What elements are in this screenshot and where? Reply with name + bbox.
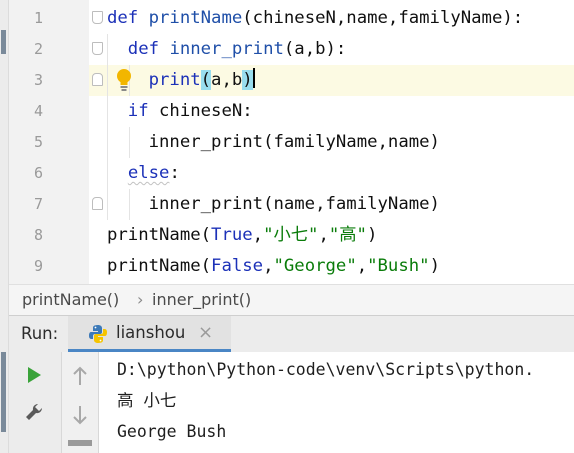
code-line: if chineseN:	[107, 96, 253, 127]
run-label: Run:	[21, 324, 59, 343]
code-line: printName(True,"小七","高")	[107, 220, 377, 251]
code-token: chineseN:	[159, 101, 253, 121]
code-line: def inner_print(a,b):	[107, 34, 347, 65]
run-tab-label: lianshou	[116, 323, 186, 342]
left-tool-stripe	[0, 0, 9, 453]
code-token: def	[107, 8, 149, 28]
code-line: else:	[107, 158, 180, 189]
code-token: (	[200, 70, 212, 90]
arrow-up-icon[interactable]	[71, 366, 89, 386]
soft-wrap-icon[interactable]	[68, 440, 92, 446]
breadcrumb-separator: ›	[137, 290, 144, 309]
fold-icon[interactable]	[92, 197, 103, 210]
code-token: inner_print(familyName,name)	[107, 132, 440, 152]
code-line: inner_print(familyName,name)	[107, 127, 440, 158]
fold-icon[interactable]	[92, 73, 103, 86]
breadcrumb-item-printname[interactable]: printName()	[22, 285, 119, 314]
tab-lianshou[interactable]: lianshou ×	[68, 316, 231, 352]
code-line: printName(False,"George","Bush")	[107, 251, 440, 282]
text-caret	[252, 68, 255, 88]
line-number: 6	[33, 164, 43, 182]
line-number: 8	[33, 226, 43, 244]
breadcrumb-item-inner-print[interactable]: inner_print()	[152, 285, 251, 314]
code-token: (chineseN,name,familyName):	[242, 8, 524, 28]
code-token: def	[107, 39, 170, 59]
python-icon	[89, 325, 107, 343]
code-token: printName(	[107, 225, 212, 245]
console-line: George Bush	[117, 422, 227, 441]
code-token: a,b	[211, 70, 243, 90]
console-line: D:\python\Python-code\venv\Scripts\pytho…	[117, 360, 535, 379]
wrench-icon[interactable]	[24, 402, 44, 422]
code-token: inner_print	[169, 39, 284, 59]
code-token: printName	[148, 8, 243, 28]
breadcrumb: printName() › inner_print()	[9, 284, 574, 315]
code-token: printName(	[107, 256, 212, 276]
run-scroll-toolbar	[62, 352, 99, 453]
line-number: 1	[33, 9, 43, 27]
fold-icon[interactable]	[92, 11, 103, 24]
line-number: 2	[33, 40, 43, 58]
run-toolbar	[9, 352, 62, 453]
code-token: "小七"	[263, 225, 319, 245]
code-token: (a,b):	[283, 39, 347, 59]
code-token: "高"	[328, 225, 367, 245]
code-token: else	[127, 163, 170, 183]
line-number: 9	[33, 257, 43, 275]
code-token: )	[242, 70, 253, 90]
code-token: False	[211, 256, 264, 276]
code-token: if	[107, 101, 160, 121]
lightbulb-icon[interactable]	[115, 68, 133, 92]
close-icon[interactable]: ×	[198, 322, 213, 343]
code-token: ,	[318, 225, 329, 245]
code-token: ,	[252, 225, 264, 245]
line-number: 4	[33, 102, 43, 120]
code-token: "George"	[273, 256, 357, 276]
code-token: :	[169, 163, 180, 183]
code-token: inner_print(name,familyName)	[107, 194, 440, 214]
console-line: 高 小七	[117, 391, 177, 410]
run-tool-window-header: Run: lianshou ×	[9, 315, 574, 352]
code-token: )	[366, 225, 378, 245]
code-token: )	[429, 256, 440, 276]
code-token: ,	[356, 256, 368, 276]
run-icon[interactable]	[26, 366, 42, 384]
line-number: 5	[33, 133, 43, 151]
arrow-down-icon[interactable]	[71, 405, 89, 425]
code-token: True	[211, 225, 253, 245]
fold-icon[interactable]	[92, 42, 103, 55]
code-token: "Bush"	[367, 256, 430, 276]
code-line: inner_print(name,familyName)	[107, 189, 440, 220]
code-line: def printName(chineseN,name,familyName):	[107, 3, 523, 34]
line-number: 3	[33, 71, 43, 89]
line-number: 7	[33, 195, 43, 213]
code-token: ,	[263, 256, 274, 276]
